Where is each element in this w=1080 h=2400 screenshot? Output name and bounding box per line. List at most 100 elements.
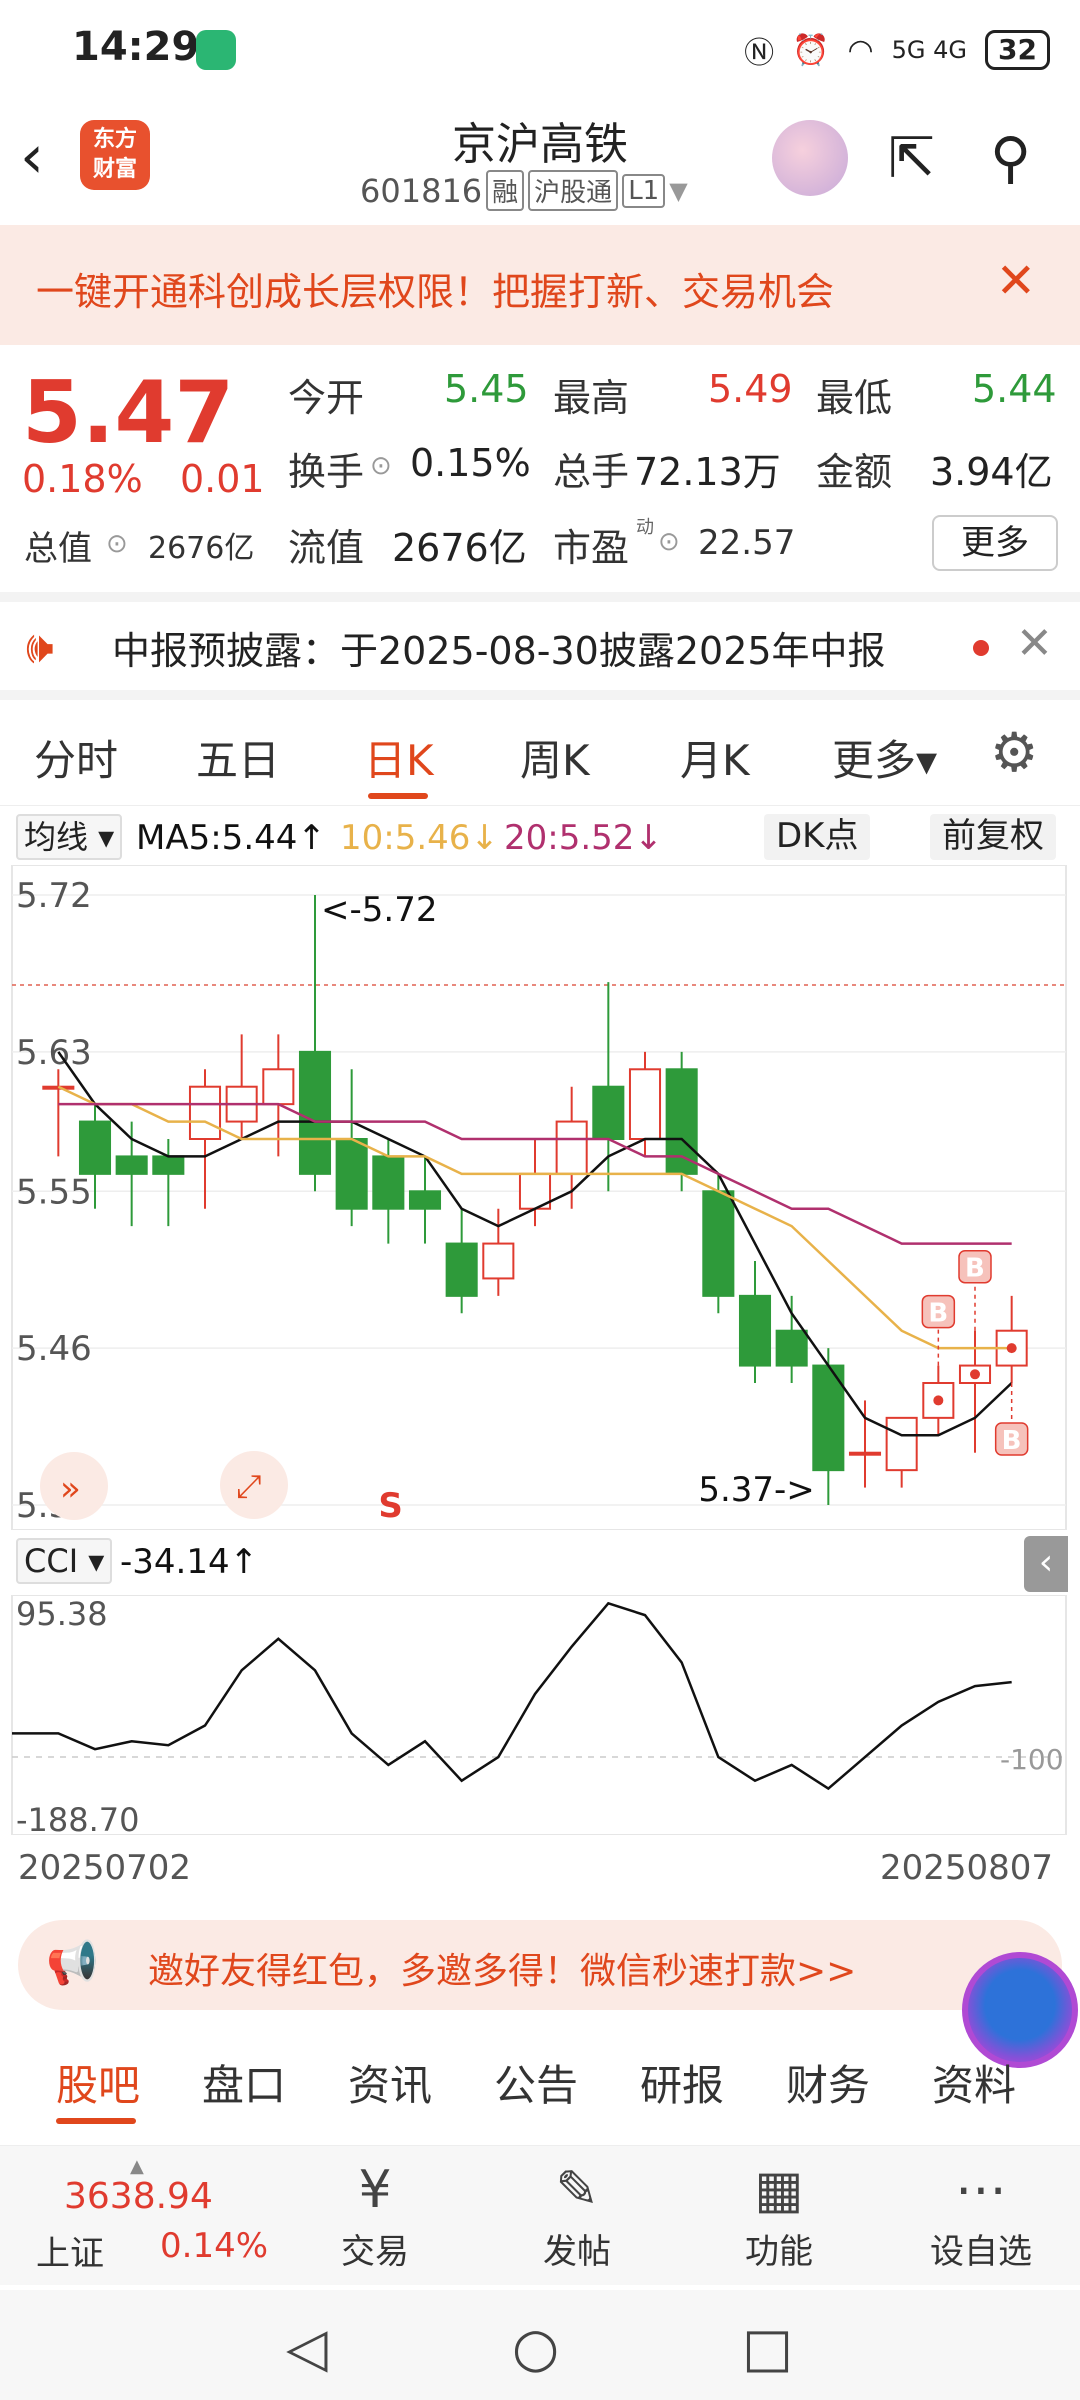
add-watchlist-button[interactable]: ⋯ 设自选 xyxy=(916,2160,1046,2273)
close-icon[interactable]: ✕ xyxy=(1016,618,1053,669)
tab-monthly-k[interactable]: 月K xyxy=(680,727,750,788)
tab-pankou[interactable]: 盘口 xyxy=(202,2052,286,2113)
divider xyxy=(0,690,1080,700)
buy-marker-label: B xyxy=(1002,1426,1022,1456)
expand-left-button[interactable]: » xyxy=(40,1452,108,1520)
invite-banner[interactable]: 📢 邀好友得红包，多邀多得！微信秒速打款>> xyxy=(18,1920,1062,2010)
tab-research[interactable]: 研报 xyxy=(640,2052,724,2113)
nav-recents-icon[interactable]: □ xyxy=(742,2316,793,2379)
float-mv-value: 2676亿 xyxy=(392,526,527,570)
candlestick-chart[interactable]: 5.725.635.555.465.37 BBBS <-5.72 5.37-> … xyxy=(0,865,1080,1530)
fullscreen-button[interactable]: ⤢ xyxy=(220,1451,288,1519)
open-label: 今开 xyxy=(288,376,365,420)
info-icon[interactable]: ⊙ xyxy=(106,529,128,559)
change-percent: 0.18% xyxy=(22,457,143,501)
share-icon[interactable]: ⇱ xyxy=(888,126,935,191)
assistant-robot-icon[interactable] xyxy=(772,120,848,196)
cci-chart[interactable]: 95.38 -100 -188.70 xyxy=(0,1595,1080,1835)
nfc-icon: Ⓝ xyxy=(744,36,775,71)
system-nav-bar: ◁ ○ □ xyxy=(0,2290,1080,2400)
cci-line xyxy=(12,1601,1012,1791)
turnover-label: 换手 xyxy=(288,450,365,494)
candle-body xyxy=(738,1294,772,1367)
index-change: 0.14% xyxy=(160,2226,269,2266)
candle-body xyxy=(408,1190,442,1210)
trade-button[interactable]: ¥ 交易 xyxy=(310,2160,440,2273)
gear-icon[interactable]: ⚙ xyxy=(990,721,1038,784)
promo-banner[interactable]: 一键开通科创成长层权限！把握打新、交易机会 ✕ xyxy=(0,225,1080,345)
high-label: 最高 xyxy=(553,376,630,420)
tab-daily-k[interactable]: 日K xyxy=(364,727,434,788)
chart-indicator-bar: 均线 ▾ MA5:5.44↑ 10:5.46↓ 20:5.52↓ DK点 前复权 xyxy=(0,805,1080,865)
tab-announcements[interactable]: 公告 xyxy=(494,2052,578,2113)
candle-body xyxy=(298,1050,332,1175)
cci-tick-label: 95.38 xyxy=(16,1595,108,1633)
search-icon[interactable]: ⚲ xyxy=(990,126,1031,191)
candle-body xyxy=(78,1120,112,1175)
tab-profile[interactable]: 资料 xyxy=(932,2052,1016,2113)
stock-code: 601816 xyxy=(360,171,483,210)
tab-finance[interactable]: 财务 xyxy=(786,2052,870,2113)
tab-five-day[interactable]: 五日 xyxy=(196,727,280,788)
total-mv-value: 2676亿 xyxy=(148,531,255,566)
stock-code-row[interactable]: 601816 融 沪股通 L1 ▼ xyxy=(360,170,688,211)
speaker-icon: 🕪 xyxy=(26,622,54,673)
function-button[interactable]: ▦ 功能 xyxy=(714,2160,844,2273)
index-widget[interactable]: ▲ 3638.94 上证 0.14% xyxy=(0,2146,290,2286)
tab-intraday[interactable]: 分时 xyxy=(34,727,118,788)
network-signal: 5G 4G xyxy=(891,36,968,64)
amount-value: 3.94亿 xyxy=(930,450,1053,494)
high-value: 5.49 xyxy=(708,367,793,411)
info-icon[interactable]: ⊙ xyxy=(658,527,680,557)
y-tick-label: 5.63 xyxy=(16,1033,92,1073)
tab-news[interactable]: 资讯 xyxy=(348,2052,432,2113)
status-time: 14:29 xyxy=(72,24,200,70)
active-tab-indicator xyxy=(368,793,428,799)
tab-weekly-k[interactable]: 周K xyxy=(520,727,590,788)
wifi-icon: ◠ xyxy=(847,32,874,68)
marker-dot xyxy=(933,1395,944,1406)
candle-body xyxy=(848,1451,882,1456)
dk-point-button[interactable]: DK点 xyxy=(764,814,871,860)
margin-tag: 融 xyxy=(486,170,525,211)
notice-bar[interactable]: 🕪 中报预披露：于2025-08-30披露2025年中报 ✕ xyxy=(0,600,1080,690)
promo-text: 一键开通科创成长层权限！把握打新、交易机会 xyxy=(36,270,835,314)
volume-value: 72.13万 xyxy=(634,450,781,494)
high-price-label: <-5.72 xyxy=(321,890,437,930)
ma5-value: MA5:5.44↑ xyxy=(136,818,326,858)
candle-body xyxy=(775,1329,808,1367)
chevron-down-icon: ▼ xyxy=(669,176,688,205)
quote-panel: 5.47 0.18% 0.01 今开 5.45 最高 5.49 最低 5.44 … xyxy=(0,345,1080,595)
caret-up-icon: ▲ xyxy=(130,2156,144,2177)
low-price-label: 5.37-> xyxy=(698,1470,814,1510)
pe-dynamic-sup: 动 xyxy=(636,517,654,538)
turnover-value: 0.15% xyxy=(410,441,531,485)
panel-toggle-button[interactable]: ‹ xyxy=(1024,1536,1068,1592)
tab-guba[interactable]: 股吧 xyxy=(56,2052,140,2113)
nav-back-icon[interactable]: ◁ xyxy=(286,2316,328,2379)
x-start-date: 20250702 xyxy=(18,1848,192,1888)
megaphone-icon: 📢 xyxy=(46,1938,99,1987)
y-tick-label: 5.46 xyxy=(16,1329,92,1369)
y-tick-label: 5.72 xyxy=(16,876,92,916)
nav-home-icon[interactable]: ○ xyxy=(512,2316,559,2379)
tab-more[interactable]: 更多▾ xyxy=(832,727,937,788)
candle-body xyxy=(115,1155,148,1175)
candle-body xyxy=(665,1068,698,1175)
connect-tag: 沪股通 xyxy=(528,170,619,211)
adjust-button[interactable]: 前复权 xyxy=(930,814,1056,860)
volume-label: 总手 xyxy=(553,450,630,494)
close-icon[interactable]: ✕ xyxy=(996,253,1036,309)
ma10-value: 10:5.46↓ xyxy=(340,818,499,858)
info-icon[interactable]: ⊙ xyxy=(370,451,392,481)
cci-select[interactable]: CCI ▾ xyxy=(16,1538,113,1584)
more-button[interactable]: 更多 xyxy=(932,515,1058,571)
cci-ref-label: -100 xyxy=(1000,1743,1064,1776)
add-watchlist-label: 设自选 xyxy=(930,2232,1032,2272)
post-button[interactable]: ✎ 发帖 xyxy=(512,2160,642,2273)
alarm-icon: ⏰ xyxy=(792,32,830,68)
period-tabs: 分时 五日 日K 周K 月K 更多▾ ⚙ xyxy=(0,705,1080,805)
index-value: 3638.94 xyxy=(64,2176,213,2217)
ma-select[interactable]: 均线 ▾ xyxy=(16,814,123,860)
notice-text: 中报预披露：于2025-08-30披露2025年中报 xyxy=(112,629,886,673)
